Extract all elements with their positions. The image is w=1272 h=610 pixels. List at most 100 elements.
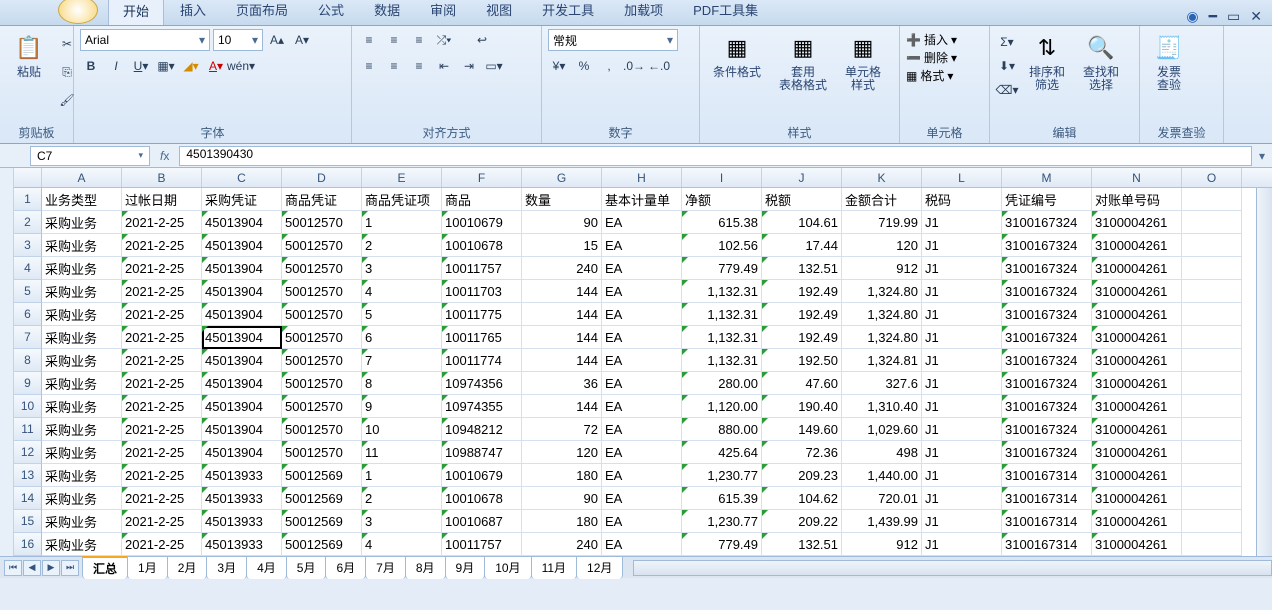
- data-cell[interactable]: [1182, 533, 1242, 556]
- ribbon-tab-2[interactable]: 页面布局: [222, 0, 302, 25]
- data-cell[interactable]: 2021-2-25: [122, 487, 202, 510]
- data-cell[interactable]: 10948212: [442, 418, 522, 441]
- column-headers[interactable]: ABCDEFGHIJKLMNO: [14, 168, 1272, 188]
- data-cell[interactable]: 50012570: [282, 349, 362, 372]
- data-cell[interactable]: 45013904: [202, 257, 282, 280]
- row-header[interactable]: 10: [14, 395, 42, 418]
- data-cell[interactable]: 采购业务: [42, 234, 122, 257]
- data-cell[interactable]: 45013933: [202, 464, 282, 487]
- data-cell[interactable]: 采购业务: [42, 349, 122, 372]
- column-header[interactable]: E: [362, 168, 442, 187]
- data-cell[interactable]: 280.00: [682, 372, 762, 395]
- data-cell[interactable]: 3100004261: [1092, 395, 1182, 418]
- header-cell[interactable]: 凭证编号: [1002, 188, 1092, 211]
- data-cell[interactable]: 1: [362, 464, 442, 487]
- data-cell[interactable]: 190.40: [762, 395, 842, 418]
- sheet-tab[interactable]: 汇总: [82, 556, 128, 579]
- horizontal-scrollbar[interactable]: [633, 560, 1272, 576]
- column-header[interactable]: I: [682, 168, 762, 187]
- data-cell[interactable]: 4: [362, 280, 442, 303]
- ribbon-tab-3[interactable]: 公式: [304, 0, 358, 25]
- data-cell[interactable]: 240: [522, 257, 602, 280]
- data-cell[interactable]: 72.36: [762, 441, 842, 464]
- data-cell[interactable]: J1: [922, 510, 1002, 533]
- data-cell[interactable]: 1,324.81: [842, 349, 922, 372]
- data-cell[interactable]: 3100004261: [1092, 533, 1182, 556]
- header-cell[interactable]: 商品: [442, 188, 522, 211]
- data-cell[interactable]: 3100167324: [1002, 349, 1092, 372]
- data-cell[interactable]: 10011765: [442, 326, 522, 349]
- data-cell[interactable]: 3100004261: [1092, 303, 1182, 326]
- data-cell[interactable]: 1,132.31: [682, 303, 762, 326]
- data-cell[interactable]: 2: [362, 487, 442, 510]
- decrease-font-icon[interactable]: A▾: [291, 29, 313, 51]
- data-cell[interactable]: 90: [522, 487, 602, 510]
- sheet-tab[interactable]: 8月: [405, 556, 446, 579]
- data-cell[interactable]: 912: [842, 257, 922, 280]
- data-cell[interactable]: EA: [602, 395, 682, 418]
- wrap-text-icon[interactable]: ↩: [471, 29, 493, 51]
- currency-icon[interactable]: ¥▾: [548, 55, 570, 77]
- data-cell[interactable]: 10011757: [442, 257, 522, 280]
- insert-cells-button[interactable]: ➕插入 ▾: [906, 31, 957, 48]
- data-cell[interactable]: 10011703: [442, 280, 522, 303]
- data-cell[interactable]: 采购业务: [42, 418, 122, 441]
- autosum-icon[interactable]: Σ▾: [996, 31, 1018, 53]
- data-cell[interactable]: J1: [922, 395, 1002, 418]
- fill-icon[interactable]: ⬇▾: [996, 55, 1018, 77]
- header-cell[interactable]: [1182, 188, 1242, 211]
- data-cell[interactable]: 779.49: [682, 533, 762, 556]
- column-header[interactable]: A: [42, 168, 122, 187]
- data-cell[interactable]: 240: [522, 533, 602, 556]
- data-cell[interactable]: 327.6: [842, 372, 922, 395]
- data-cell[interactable]: 192.49: [762, 303, 842, 326]
- data-cell[interactable]: 50012570: [282, 418, 362, 441]
- data-cell[interactable]: 3: [362, 510, 442, 533]
- data-cell[interactable]: 2021-2-25: [122, 441, 202, 464]
- data-cell[interactable]: 50012570: [282, 441, 362, 464]
- data-cell[interactable]: 45013904: [202, 372, 282, 395]
- header-cell[interactable]: 数量: [522, 188, 602, 211]
- row-header[interactable]: 7: [14, 326, 42, 349]
- format-as-table-button[interactable]: ▦套用 表格格式: [772, 29, 834, 95]
- data-cell[interactable]: 2021-2-25: [122, 234, 202, 257]
- data-cell[interactable]: 10010687: [442, 510, 522, 533]
- data-cell[interactable]: 10010679: [442, 464, 522, 487]
- data-cell[interactable]: 2021-2-25: [122, 280, 202, 303]
- data-cell[interactable]: 120: [522, 441, 602, 464]
- column-header[interactable]: M: [1002, 168, 1092, 187]
- cell-styles-button[interactable]: ▦单元格 样式: [838, 29, 888, 95]
- data-cell[interactable]: 3100167324: [1002, 326, 1092, 349]
- fx-icon[interactable]: fx: [160, 149, 169, 163]
- tab-nav-prev-icon[interactable]: ◀: [23, 560, 41, 576]
- data-cell[interactable]: EA: [602, 280, 682, 303]
- align-bottom-icon[interactable]: ≡: [408, 29, 430, 51]
- data-cell[interactable]: 2021-2-25: [122, 257, 202, 280]
- data-cell[interactable]: 3100004261: [1092, 464, 1182, 487]
- column-header[interactable]: K: [842, 168, 922, 187]
- tab-nav-last-icon[interactable]: ⏭: [61, 560, 79, 576]
- row-header[interactable]: 5: [14, 280, 42, 303]
- data-cell[interactable]: 2021-2-25: [122, 349, 202, 372]
- data-cell[interactable]: 10974355: [442, 395, 522, 418]
- data-cell[interactable]: 102.56: [682, 234, 762, 257]
- data-cell[interactable]: 采购业务: [42, 510, 122, 533]
- border-button[interactable]: ▦▾: [155, 55, 177, 77]
- percent-icon[interactable]: %: [573, 55, 595, 77]
- ribbon-tab-4[interactable]: 数据: [360, 0, 414, 25]
- data-cell[interactable]: 3100004261: [1092, 257, 1182, 280]
- data-cell[interactable]: 209.23: [762, 464, 842, 487]
- data-cell[interactable]: 72: [522, 418, 602, 441]
- data-cell[interactable]: 720.01: [842, 487, 922, 510]
- data-cell[interactable]: 3100167324: [1002, 280, 1092, 303]
- increase-decimal-icon[interactable]: .0→: [623, 55, 645, 77]
- data-cell[interactable]: 2: [362, 234, 442, 257]
- format-cells-button[interactable]: ▦格式 ▾: [906, 67, 953, 84]
- data-cell[interactable]: 149.60: [762, 418, 842, 441]
- data-cell[interactable]: 采购业务: [42, 441, 122, 464]
- data-cell[interactable]: 10: [362, 418, 442, 441]
- column-header[interactable]: L: [922, 168, 1002, 187]
- data-cell[interactable]: J1: [922, 234, 1002, 257]
- indent-decrease-icon[interactable]: ⇤: [433, 55, 455, 77]
- data-cell[interactable]: EA: [602, 349, 682, 372]
